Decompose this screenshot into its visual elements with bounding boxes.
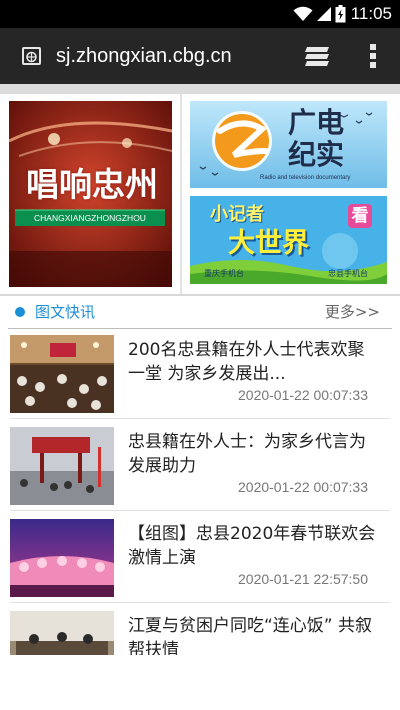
news-divider [10, 602, 390, 603]
news-headline: 江夏与贫困户同吃“连心饭” 共叙帮扶情 [128, 616, 373, 655]
news-section-header: 图文快讯 更多>> [0, 296, 400, 328]
news-time: 2020-01-22 00:07:33 [238, 479, 368, 495]
news-headline: 200名忠县籍在外人士代表欢聚一堂 为家乡发展出... [128, 340, 365, 384]
overflow-menu-icon[interactable] [368, 43, 378, 69]
banner-rb-logo-left: 重庆手机台 [204, 269, 244, 278]
news-list: 200名忠县籍在外人士代表欢聚一堂 为家乡发展出... 2020-01-22 0… [0, 329, 400, 655]
signal-icon [317, 7, 331, 21]
banner-rb-badge: 看 [351, 206, 369, 226]
status-icons [293, 4, 346, 24]
news-time: 2020-01-21 22:57:50 [238, 571, 368, 587]
banner-rb-logo-right: 忠县手机台 [328, 269, 368, 278]
site-favicon-icon [22, 47, 41, 65]
status-time: 11:05 [350, 4, 392, 23]
status-bar: 11:05 [0, 0, 400, 28]
more-link[interactable]: 更多>> [325, 302, 380, 322]
news-headline: 忠县籍在外人士：为家乡代言为发展助力 [128, 432, 366, 476]
news-item[interactable]: 忠县籍在外人士：为家乡代言为发展助力 2020-01-22 00:07:33 [0, 421, 400, 513]
banner-rt-title-1: 广电 [288, 106, 345, 139]
section-title: 图文快讯 [35, 303, 96, 321]
news-divider [10, 418, 390, 419]
url-field[interactable]: sj.zhongxian.cbg.cn [56, 43, 232, 69]
news-thumbnail [10, 427, 114, 505]
news-divider [10, 510, 390, 511]
banner-area: 唱响忠州 CHANGXIANGZHONGZHOU 广电 纪实 Radio and… [0, 94, 400, 294]
news-thumbnail [10, 335, 114, 413]
banner-guangdian-jishi[interactable]: 广电 纪实 Radio and television documentary [190, 101, 387, 188]
wifi-icon [293, 6, 313, 21]
news-time: 2020-01-22 00:07:33 [238, 387, 368, 403]
news-item[interactable]: 江夏与贫困户同吃“连心饭” 共叙帮扶情 [0, 605, 400, 655]
news-item[interactable]: 200名忠县籍在外人士代表欢聚一堂 为家乡发展出... 2020-01-22 0… [0, 329, 400, 421]
news-headline: 【组图】忠县2020年春节联欢会激情上演 [128, 524, 376, 568]
banner-divider [180, 94, 182, 294]
banner-changxiang-zhongzhou[interactable]: 唱响忠州 CHANGXIANGZHONGZHOU [9, 101, 172, 287]
news-thumbnail [10, 611, 114, 655]
news-item[interactable]: 【组图】忠县2020年春节联欢会激情上演 2020-01-21 22:57:50 [0, 513, 400, 605]
banner-rt-title-2: 纪实 [288, 138, 345, 171]
banner-xiaojizhe-kan-dashijie[interactable]: 小记者 看 大世界 重庆手机台 忠县手机台 [190, 196, 387, 284]
banner-left-subtitle: CHANGXIANGZHONGZHOU [34, 213, 146, 223]
browser-url-bar: sj.zhongxian.cbg.cn [0, 28, 400, 84]
page-top-strip [0, 84, 400, 94]
banner-rb-title-2: 大世界 [228, 228, 309, 259]
news-thumbnail [10, 519, 114, 597]
battery-icon [335, 5, 346, 23]
banner-rt-subtitle: Radio and television documentary [260, 175, 351, 181]
banner-rb-title-1: 小记者 [210, 204, 264, 225]
section-bullet-icon [15, 307, 25, 317]
banner-left-title: 唱响忠州 [26, 165, 158, 204]
tabs-icon[interactable] [305, 44, 331, 68]
